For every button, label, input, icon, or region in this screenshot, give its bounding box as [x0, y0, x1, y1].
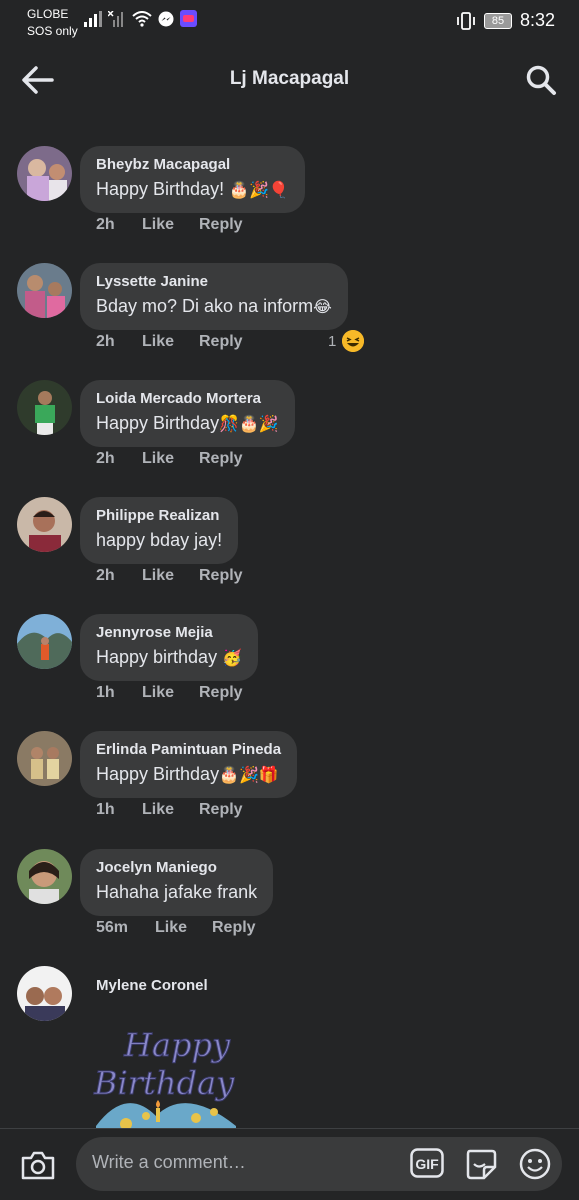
like-button[interactable]: Like	[142, 216, 199, 234]
avatar[interactable]	[17, 966, 72, 1021]
comment-author[interactable]: Lyssette Janine	[96, 272, 332, 292]
vibrate-icon	[457, 11, 475, 30]
camera-button[interactable]	[20, 1149, 56, 1181]
comment-text: Bday mo? Di ako na inform😂	[96, 296, 332, 316]
like-button[interactable]: Like	[155, 919, 212, 937]
comment-time: 2h	[96, 333, 115, 350]
status-icons	[84, 10, 197, 27]
search-button[interactable]	[523, 62, 559, 98]
comment-text: Happy Birthday🎂🎉🎁	[96, 764, 279, 784]
comment-text: Hahaha jafake frank	[96, 882, 258, 902]
reply-button[interactable]: Reply	[199, 450, 243, 468]
comment-time: 2h	[96, 450, 115, 467]
comment-actions: 2h Like Reply	[96, 567, 243, 585]
comment-text: Happy Birthday! 🎂🎉🎈	[96, 179, 289, 199]
reply-button[interactable]: Reply	[199, 801, 243, 819]
reply-button[interactable]: Reply	[199, 684, 243, 702]
wifi-icon	[132, 10, 152, 27]
smiley-icon	[519, 1148, 551, 1180]
like-button[interactable]: Like	[142, 801, 199, 819]
comment-composer: GIF	[0, 1128, 579, 1200]
reply-button[interactable]: Reply	[199, 216, 243, 234]
comment-author[interactable]: Mylene Coronel	[96, 977, 208, 994]
comment-emojis: 🎂🎉🎁	[219, 765, 279, 784]
carrier-status: SOS only	[27, 24, 78, 38]
avatar[interactable]	[17, 146, 72, 201]
search-icon	[526, 65, 556, 95]
comment-time: 1h	[96, 801, 115, 818]
carrier-name: GLOBE	[27, 7, 69, 21]
comment-emojis: 🎊🎂🎉	[219, 414, 279, 433]
comment-author[interactable]: Philippe Realizan	[96, 506, 222, 526]
comment-author[interactable]: Bheybz Macapagal	[96, 155, 289, 175]
like-button[interactable]: Like	[142, 567, 199, 585]
comment-actions: 56m Like Reply	[96, 919, 256, 937]
comment-actions: 1h Like Reply	[96, 684, 243, 702]
page-title: Lj Macapagal	[229, 68, 350, 89]
comment-bubble[interactable]: Jennyrose Mejia Happy birthday 🥳	[80, 614, 258, 681]
comment-text: happy bday jay!	[96, 530, 223, 550]
comment-time: 56m	[96, 919, 129, 936]
signal-icon	[84, 10, 102, 27]
app-notification-icon	[180, 10, 197, 27]
sticker-button[interactable]	[464, 1147, 498, 1181]
reaction-count: 1	[328, 332, 337, 350]
avatar[interactable]	[17, 497, 72, 552]
comment-time: 1h	[96, 684, 115, 701]
comment-bubble[interactable]: Philippe Realizan happy bday jay!	[80, 497, 239, 564]
messenger-icon	[158, 11, 174, 26]
reply-button[interactable]: Reply	[199, 567, 243, 585]
comment-author[interactable]: Jennyrose Mejia	[96, 623, 242, 643]
gif-icon: GIF	[410, 1148, 444, 1178]
sticker-text-happy: Happy	[123, 1026, 231, 1064]
comment-actions: 1h Like Reply	[96, 801, 243, 819]
svg-text:GIF: GIF	[415, 1156, 439, 1172]
comment-emojis: 🎂🎉🎈	[229, 180, 289, 199]
haha-reaction-icon	[342, 330, 365, 352]
comment-emojis: 🥳	[222, 648, 242, 667]
reply-button[interactable]: Reply	[212, 919, 256, 937]
no-signal-icon	[108, 10, 123, 27]
comment-bubble[interactable]: Jocelyn Maniego Hahaha jafake frank	[80, 849, 274, 916]
comment-author[interactable]: Loida Mercado Mortera	[96, 389, 279, 409]
reply-button[interactable]: Reply	[199, 333, 243, 351]
comment-actions: 2h Like Reply	[96, 216, 243, 234]
header: Lj Macapagal	[0, 44, 579, 116]
comment-input-box[interactable]: GIF	[76, 1137, 562, 1191]
emoji-button[interactable]	[518, 1147, 552, 1181]
comment-input[interactable]	[92, 1152, 392, 1173]
like-button[interactable]: Like	[142, 450, 199, 468]
gif-button[interactable]: GIF	[410, 1148, 444, 1178]
comment-bubble[interactable]: Lyssette Janine Bday mo? Di ako na infor…	[80, 263, 348, 330]
comment-actions: 2h Like Reply	[96, 333, 243, 351]
status-bar: GLOBE SOS only 85 8:32	[0, 0, 579, 44]
birthday-sticker[interactable]: Happy Birthday	[86, 1016, 246, 1136]
comment-bubble[interactable]: Loida Mercado Mortera Happy Birthday🎊🎂🎉	[80, 380, 295, 447]
sticker-icon	[466, 1149, 497, 1180]
comment-text: Happy birthday 🥳	[96, 647, 242, 667]
like-button[interactable]: Like	[142, 333, 199, 351]
battery-icon: 85	[483, 12, 512, 29]
comment-emojis: 😂	[313, 297, 332, 316]
comment-time: 2h	[96, 216, 115, 233]
camera-icon	[21, 1151, 55, 1180]
reaction-summary[interactable]: 1	[328, 330, 365, 352]
comment-bubble[interactable]: Erlinda Pamintuan Pineda Happy Birthday🎂…	[80, 731, 298, 798]
comment-bubble[interactable]: Bheybz Macapagal Happy Birthday! 🎂🎉🎈	[80, 146, 305, 213]
clock: 8:32	[519, 10, 555, 30]
comment-actions: 2h Like Reply	[96, 450, 243, 468]
carrier-label: GLOBE SOS only	[27, 6, 78, 40]
comment-time: 2h	[96, 567, 115, 584]
comment-author[interactable]: Erlinda Pamintuan Pineda	[96, 740, 281, 760]
avatar[interactable]	[17, 380, 72, 435]
avatar[interactable]	[17, 263, 72, 318]
like-button[interactable]: Like	[142, 684, 199, 702]
avatar[interactable]	[17, 849, 72, 904]
comment-text: Happy Birthday🎊🎂🎉	[96, 413, 279, 433]
sticker-text-birthday: Birthday	[93, 1064, 235, 1102]
status-right: 85 8:32	[456, 10, 555, 31]
avatar[interactable]	[17, 614, 72, 669]
avatar[interactable]	[17, 731, 72, 786]
comment-author[interactable]: Jocelyn Maniego	[96, 858, 257, 878]
